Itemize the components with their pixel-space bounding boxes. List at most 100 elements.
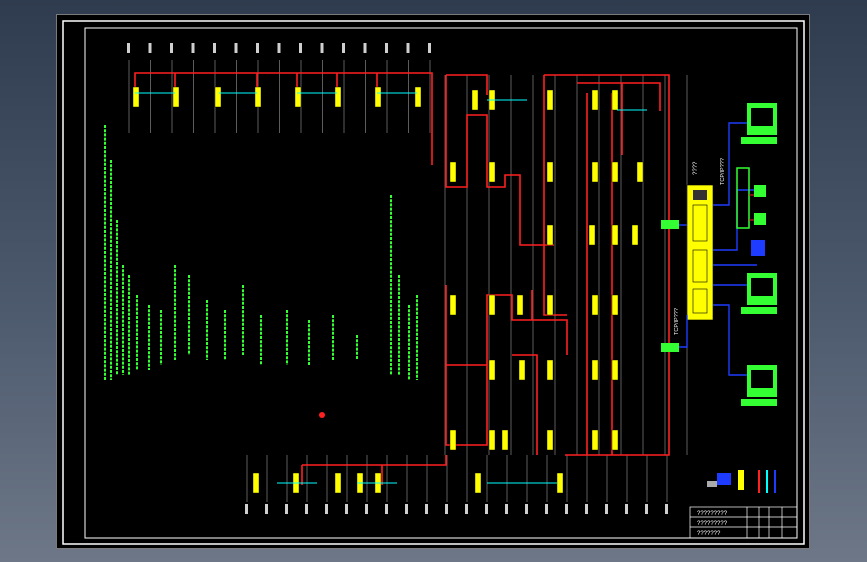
device-block <box>414 86 422 108</box>
device-block <box>518 359 526 381</box>
device-block <box>488 294 496 316</box>
device-block <box>546 429 554 451</box>
device-block <box>449 429 457 451</box>
bottom-terminal-tag <box>485 504 488 514</box>
bottom-terminal-tag <box>585 504 588 514</box>
device-block <box>254 86 262 108</box>
device-block <box>591 359 599 381</box>
device-block <box>588 224 596 246</box>
top-terminal-tag <box>428 43 431 53</box>
device-block <box>611 89 619 111</box>
device-block <box>556 472 564 494</box>
bottom-terminal-tag <box>505 504 508 514</box>
bottom-terminal-tag <box>385 504 388 514</box>
top-terminal-tag <box>256 43 259 53</box>
central-controller <box>686 184 714 321</box>
device-block <box>636 161 644 183</box>
top-terminal-tag <box>385 43 388 53</box>
top-terminal-tag <box>320 43 324 53</box>
device-block <box>474 472 482 494</box>
title-block-row1: ????????? <box>697 511 728 517</box>
device-block <box>334 86 342 108</box>
grid-route-b <box>543 74 670 456</box>
ups-panel <box>736 167 766 256</box>
bottom-terminal-tag <box>265 504 268 514</box>
top-terminal-tag <box>277 43 281 53</box>
bottom-terminal-tag <box>305 504 308 514</box>
title-block-row3: ??????? <box>697 531 721 537</box>
top-terminal-tag <box>363 43 367 53</box>
bottom-terminal-tag <box>245 504 248 514</box>
workstation-3 <box>741 365 777 406</box>
top-vertical-lines <box>128 60 688 455</box>
wiring-diagram-canvas: ???? TCP/IP??? TCP/IP??? ????????? ?????… <box>62 20 805 545</box>
top-terminal-labels <box>127 43 431 53</box>
device-blocks <box>132 86 644 494</box>
device-block <box>214 86 222 108</box>
top-terminal-tag <box>234 43 238 53</box>
top-bus-drops <box>174 73 378 87</box>
bottom-terminal-tag <box>645 504 648 514</box>
bottom-terminal-labels <box>245 504 668 514</box>
bottom-bus-route <box>301 455 447 485</box>
device-block <box>591 89 599 111</box>
top-bus-route <box>134 72 433 165</box>
bottom-terminal-tag <box>445 504 448 514</box>
device-block <box>516 294 524 316</box>
revision-marker <box>319 412 325 418</box>
device-block <box>546 161 554 183</box>
device-block <box>591 161 599 183</box>
top-terminal-tag <box>406 43 410 53</box>
top-terminal-tag <box>170 43 173 53</box>
device-block <box>546 89 554 111</box>
bottom-terminal-tag <box>565 504 568 514</box>
bottom-terminal-tag <box>465 504 468 514</box>
bottom-terminal-tag <box>605 504 608 514</box>
device-block <box>334 472 342 494</box>
cad-viewport[interactable]: ???? TCP/IP??? TCP/IP??? ????????? ?????… <box>56 14 810 549</box>
bottom-terminal-tag <box>405 504 408 514</box>
bus-routes <box>134 72 670 485</box>
grid-route-c <box>577 82 661 155</box>
device-block <box>374 86 382 108</box>
bottom-terminal-tag <box>365 504 368 514</box>
switch-box-bottom <box>661 343 679 352</box>
device-block <box>591 294 599 316</box>
device-block <box>172 86 180 108</box>
device-block <box>471 89 479 111</box>
top-terminal-tag <box>191 43 195 53</box>
device-block <box>546 224 554 246</box>
controller-label: ???? <box>693 161 699 175</box>
top-terminal-tag <box>213 43 216 53</box>
switch-box-top <box>661 220 679 229</box>
device-block <box>611 161 619 183</box>
device-block <box>132 86 140 108</box>
device-block <box>252 472 260 494</box>
device-block <box>546 294 554 316</box>
device-block <box>488 359 496 381</box>
bottom-terminal-tag <box>625 504 628 514</box>
device-block <box>488 161 496 183</box>
network-label-top: TCP/IP??? <box>720 158 726 185</box>
top-terminal-tag <box>148 43 152 53</box>
device-block <box>611 359 619 381</box>
device-block <box>591 429 599 451</box>
device-block <box>449 294 457 316</box>
bottom-vertical-lines <box>246 455 668 502</box>
bottom-terminal-tag <box>345 504 348 514</box>
device-block <box>611 429 619 451</box>
workstation-2 <box>741 273 777 314</box>
top-terminal-tag <box>299 43 302 53</box>
equipment-text-listing <box>104 125 418 380</box>
bottom-terminal-tag <box>285 504 288 514</box>
device-block <box>611 224 619 246</box>
bottom-terminal-tag <box>425 504 428 514</box>
bottom-terminal-tag <box>545 504 548 514</box>
top-terminal-tag <box>342 43 345 53</box>
device-block <box>611 294 619 316</box>
title-block-row2: ????????? <box>697 521 728 527</box>
top-terminal-tag <box>127 43 130 53</box>
device-block <box>501 429 509 451</box>
network-label-bottom: TCP/IP??? <box>674 308 680 335</box>
bottom-terminal-tag <box>665 504 668 514</box>
